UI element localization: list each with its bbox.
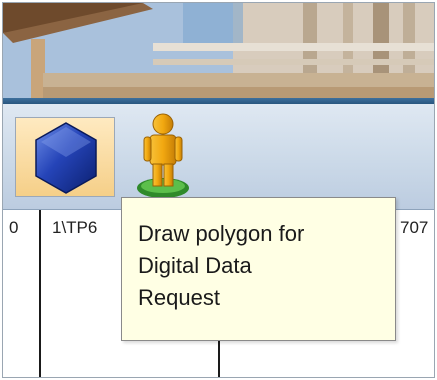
person-icon[interactable] (133, 110, 193, 202)
header-photo (3, 3, 434, 99)
hexagon-icon (35, 122, 97, 194)
tooltip: Draw polygon for Digital Data Request (121, 197, 396, 341)
table-cell: 0 (9, 218, 19, 237)
table-cell: 1\TP6 (52, 218, 98, 237)
tooltip-line: Draw polygon for (138, 221, 305, 246)
tooltip-line: Digital Data (138, 253, 252, 278)
column-divider (39, 210, 41, 377)
tooltip-line: Request (138, 285, 220, 310)
toolbar (3, 104, 434, 210)
draw-polygon-button[interactable] (15, 117, 115, 197)
app-window: 0 1\TP6 707 Draw polygon for Digital Dat… (2, 2, 435, 378)
table-cell: 707 (400, 218, 429, 237)
